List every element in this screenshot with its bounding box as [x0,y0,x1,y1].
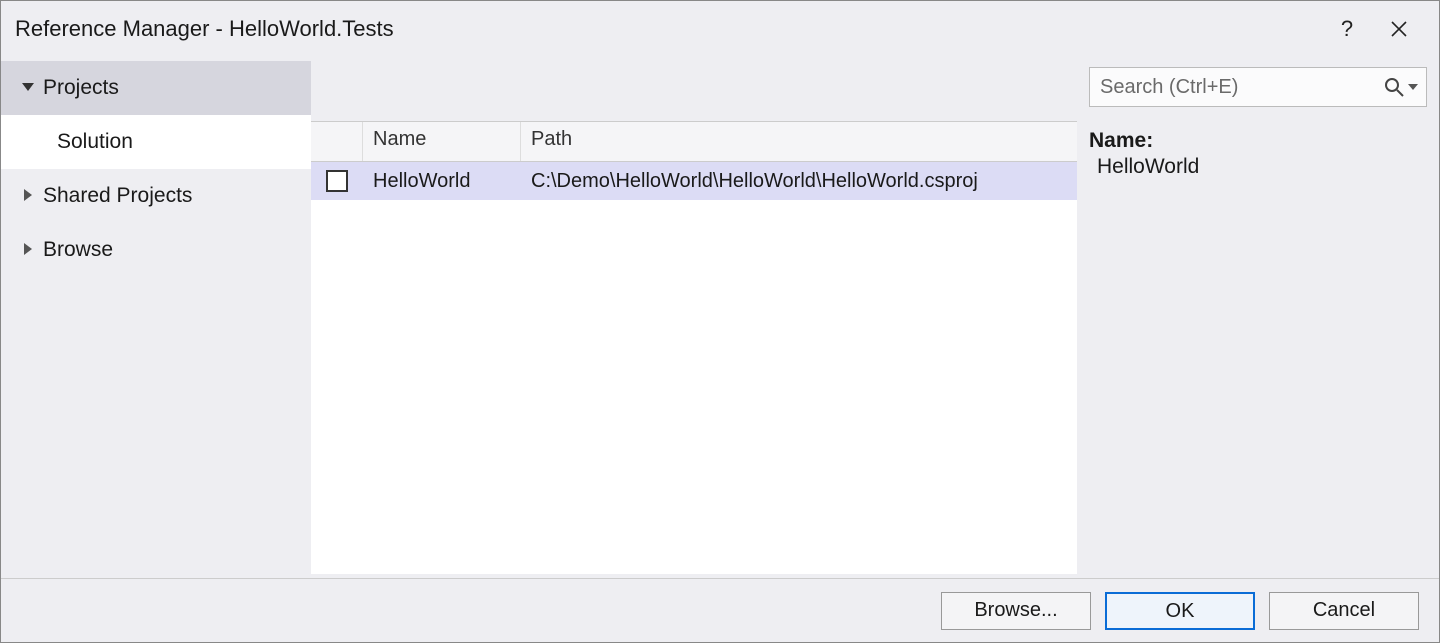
close-icon [1390,20,1408,38]
chevron-down-icon [1408,82,1418,92]
dialog-title: Reference Manager - HelloWorld.Tests [15,16,394,42]
sidebar-item-label: Projects [43,76,119,100]
sidebar-item-label: Solution [57,130,133,154]
sidebar-item-shared-projects[interactable]: Shared Projects [1,169,311,223]
detail-name-value: HelloWorld [1089,155,1427,179]
search-box[interactable] [1089,67,1427,107]
panel-top-strip [311,61,1077,121]
detail-name-label: Name: [1089,129,1427,153]
column-path[interactable]: Path [521,122,1077,161]
column-name[interactable]: Name [363,122,521,161]
table-header: Name Path [311,122,1077,162]
ok-button[interactable]: OK [1105,592,1255,630]
sidebar-item-browse[interactable]: Browse [1,223,311,277]
help-button[interactable]: ? [1321,1,1373,57]
sidebar-item-projects[interactable]: Projects [1,61,311,115]
help-icon: ? [1341,16,1353,42]
row-name: HelloWorld [363,170,521,193]
checkbox-icon[interactable] [326,170,348,192]
reference-manager-dialog: Reference Manager - HelloWorld.Tests ? P… [0,0,1440,643]
table-row[interactable]: HelloWorld C:\Demo\HelloWorld\HelloWorld… [311,162,1077,200]
close-button[interactable] [1373,1,1425,57]
details-panel: Name: HelloWorld [1077,57,1439,578]
sidebar-item-label: Shared Projects [43,184,192,208]
cancel-button[interactable]: Cancel [1269,592,1419,630]
search-input[interactable] [1098,75,1384,100]
dialog-footer: Browse... OK Cancel [1,578,1439,642]
chevron-down-icon [19,80,37,96]
sidebar: Projects Solution Shared Projects Browse [1,57,311,578]
projects-list-panel: Name Path HelloWorld C:\Demo\HelloWorld\… [311,61,1077,574]
sidebar-item-solution[interactable]: Solution [1,115,311,169]
projects-table: Name Path HelloWorld C:\Demo\HelloWorld\… [311,121,1077,574]
titlebar: Reference Manager - HelloWorld.Tests ? [1,1,1439,57]
row-path: C:\Demo\HelloWorld\HelloWorld\HelloWorld… [521,170,1077,193]
row-checkbox-cell[interactable] [311,170,363,192]
search-icon [1384,77,1404,97]
search-icon-group[interactable] [1384,77,1418,97]
chevron-right-icon [19,188,37,204]
chevron-right-icon [19,242,37,258]
browse-button[interactable]: Browse... [941,592,1091,630]
sidebar-item-label: Browse [43,238,113,262]
dialog-body: Projects Solution Shared Projects Browse… [1,57,1439,578]
column-checkbox[interactable] [311,122,363,161]
